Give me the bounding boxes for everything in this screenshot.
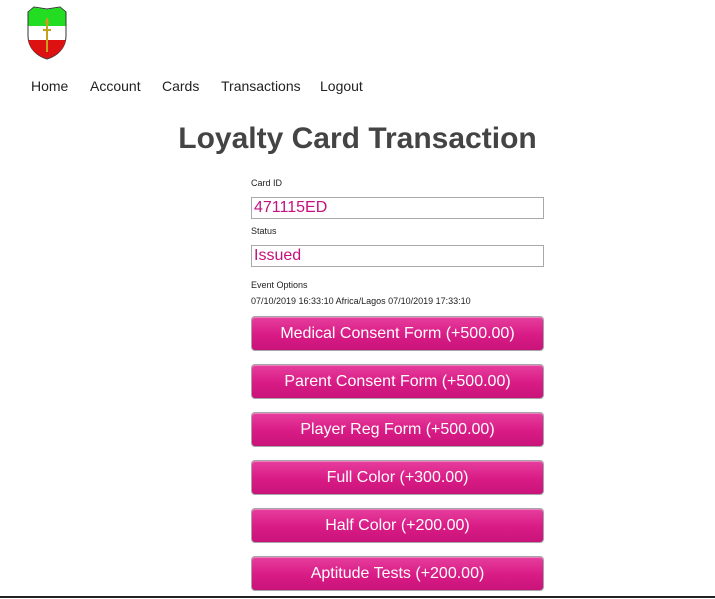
parent-consent-form-button[interactable]: Parent Consent Form (+500.00)	[251, 364, 544, 399]
status-label: Status	[251, 226, 277, 236]
nav-logout[interactable]: Logout	[320, 78, 363, 94]
card-id-field[interactable]: 471115ED	[251, 197, 544, 219]
nav-cards[interactable]: Cards	[162, 78, 199, 94]
aptitude-tests-button[interactable]: Aptitude Tests (+200.00)	[251, 556, 544, 591]
status-field[interactable]: Issued	[251, 245, 544, 267]
nav-transactions[interactable]: Transactions	[221, 78, 301, 94]
event-dates: 07/10/2019 16:33:10 Africa/Lagos 07/10/2…	[251, 296, 471, 306]
page-bottom-divider	[0, 596, 715, 598]
shield-logo-icon	[27, 6, 67, 60]
full-color-button[interactable]: Full Color (+300.00)	[251, 460, 544, 495]
transaction-form: Card ID 471115ED Status Issued Event Opt…	[251, 177, 544, 591]
event-options-label: Event Options	[251, 280, 308, 290]
page-title: Loyalty Card Transaction	[178, 122, 537, 155]
player-reg-form-button[interactable]: Player Reg Form (+500.00)	[251, 412, 544, 447]
half-color-button[interactable]: Half Color (+200.00)	[251, 508, 544, 543]
medical-consent-form-button[interactable]: Medical Consent Form (+500.00)	[251, 316, 544, 351]
nav-account[interactable]: Account	[90, 78, 141, 94]
nav-home[interactable]: Home	[31, 78, 68, 94]
card-id-label: Card ID	[251, 178, 283, 188]
